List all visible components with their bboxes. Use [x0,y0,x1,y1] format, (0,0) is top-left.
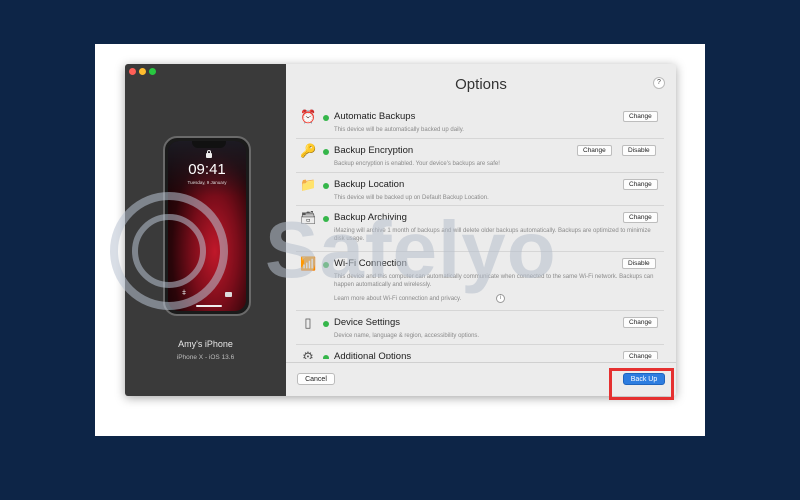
option-title: Automatic Backups [334,111,416,122]
option-description: This device will be automatically backed… [334,127,464,133]
phone-time: 09:41 [188,161,226,178]
wifi-icon: 📶 [300,256,317,271]
cancel-button[interactable]: Cancel [297,373,335,385]
gear-icon: ⚙ [302,349,314,360]
zoom-window-button[interactable] [149,68,156,75]
folder-icon: 📁 [300,177,317,192]
option-description: iMazing will archive 1 month of backups … [334,228,651,242]
archive-box-icon: 🗃 [300,210,317,225]
highlight-annotation [609,368,674,400]
backup-encryption-disable-button[interactable]: Disable [622,145,656,156]
close-window-button[interactable] [129,68,136,75]
option-title: Wi-Fi Connection [334,258,407,269]
lock-icon [206,150,212,158]
alarm-clock-icon: ⏰ [300,109,317,124]
device-name: Amy's iPhone [178,339,233,349]
option-wifi-connection: 📶 Wi-Fi Connection This device and this … [296,253,664,311]
automatic-backups-change-button[interactable]: Change [623,111,658,122]
device-settings-change-button[interactable]: Change [623,317,658,328]
option-title: Additional Options [334,351,412,359]
option-automatic-backups: ⏰ Automatic Backups This device will be … [296,106,664,139]
option-description: Backup encryption is enabled. Your devic… [334,161,500,167]
status-dot [323,183,329,189]
option-description: This device and this computer can automa… [334,274,654,288]
option-description: This device will be backed up on Default… [334,195,489,201]
iphone-image: 09:41 Tuesday, 9 January ǂ [163,136,251,316]
option-device-settings: ▯ Device Settings Device name, language … [296,312,664,345]
backup-archiving-change-button[interactable]: Change [623,212,658,223]
camera-icon [225,292,232,297]
key-icon: 🔑 [300,143,317,158]
phone-notch [192,141,226,148]
page-title: Options [455,76,507,93]
option-description: Device name, language & region, accessib… [334,333,480,339]
option-backup-archiving: 🗃 Backup Archiving iMazing will archive … [296,207,664,252]
backup-encryption-change-button[interactable]: Change [577,145,612,156]
options-panel: Options ? ⏰ Automatic Backups This devic… [286,64,676,396]
option-backup-encryption: 🔑 Backup Encryption Backup encryption is… [296,140,664,173]
option-title: Backup Location [334,179,405,190]
additional-options-change-button[interactable]: Change [623,351,658,359]
status-dot [323,149,329,155]
status-dot [323,355,329,359]
wifi-privacy-link[interactable]: Learn more about Wi-Fi connection and pr… [334,296,461,302]
status-dot [323,216,329,222]
option-additional-options: ⚙ Additional Options Change [296,346,664,359]
status-dot [323,321,329,327]
info-icon[interactable]: i [496,294,505,303]
options-list[interactable]: ⏰ Automatic Backups This device will be … [296,106,664,359]
status-dot [323,115,329,121]
backup-location-change-button[interactable]: Change [623,179,658,190]
options-window: 09:41 Tuesday, 9 January ǂ Amy's iPhone … [125,64,676,396]
device-model: iPhone X - iOS 13.6 [176,354,235,361]
phone-icon: ▯ [304,315,312,330]
device-panel: 09:41 Tuesday, 9 January ǂ Amy's iPhone … [125,64,286,396]
home-indicator [196,305,222,307]
phone-lock-screen: 09:41 Tuesday, 9 January ǂ [168,141,246,311]
option-backup-location: 📁 Backup Location This device will be ba… [296,174,664,206]
minimize-window-button[interactable] [139,68,146,75]
option-title: Backup Encryption [334,145,414,156]
flashlight-icon: ǂ [182,290,187,297]
help-button[interactable]: ? [653,77,665,89]
status-dot [323,262,329,268]
phone-date: Tuesday, 9 January [187,180,227,185]
wifi-connection-disable-button[interactable]: Disable [622,258,656,269]
option-title: Backup Archiving [334,212,407,223]
option-title: Device Settings [334,317,401,328]
